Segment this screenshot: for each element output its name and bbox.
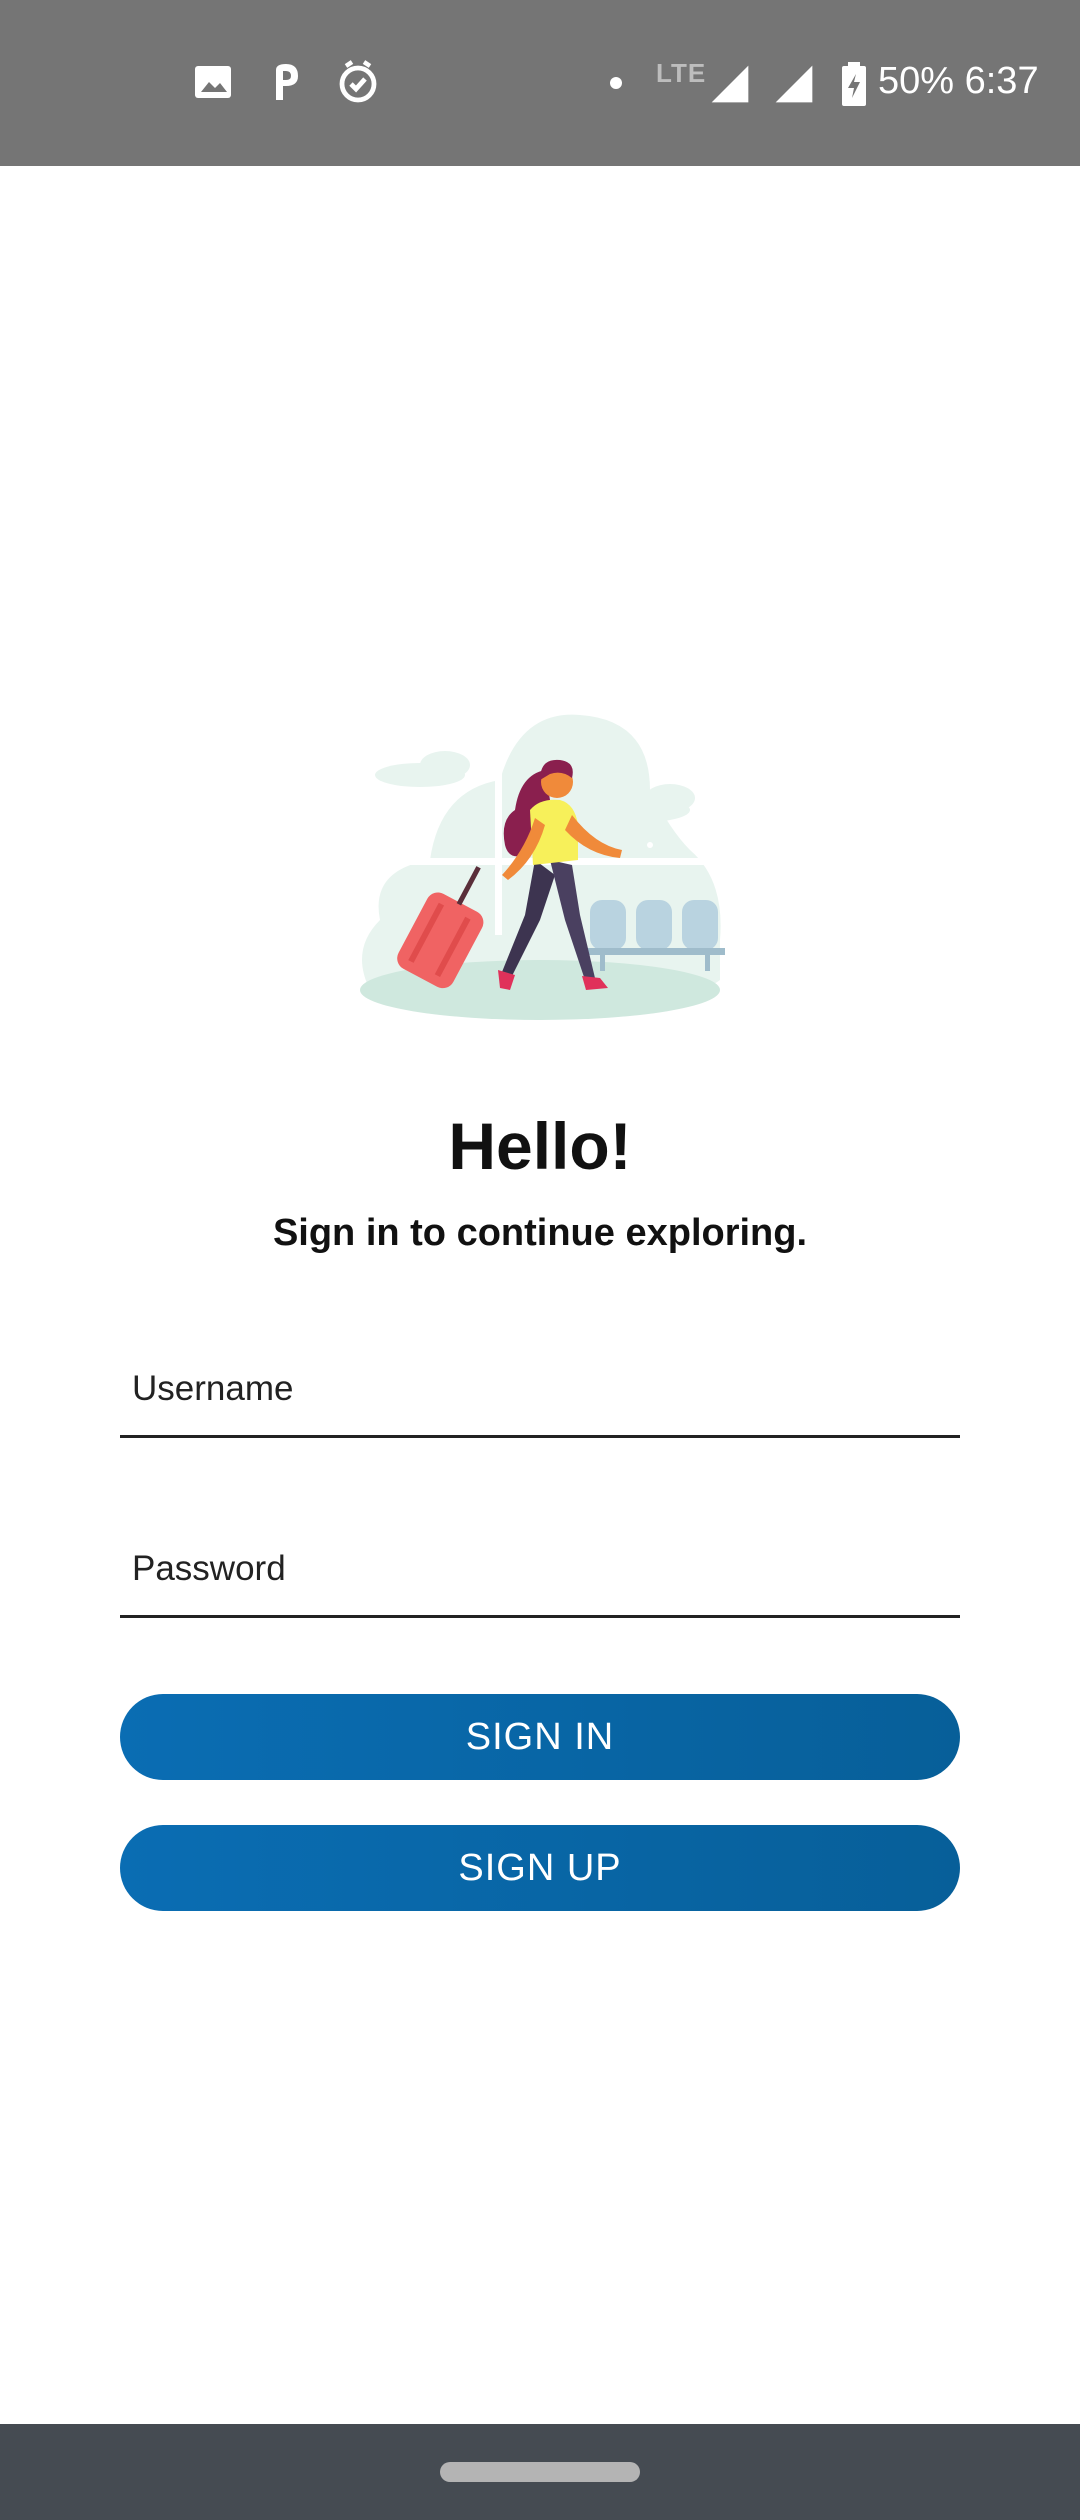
signal-icon [711, 65, 749, 103]
signal-icon-2 [775, 65, 813, 103]
username-input[interactable] [120, 1342, 960, 1438]
sign-in-screen: LTE 50% 6:37 Hello! Sign in to continue … [0, 0, 1080, 2520]
image-icon [195, 66, 231, 98]
sign-in-button[interactable]: SIGN IN [120, 1694, 960, 1780]
clock-check-icon [339, 60, 377, 103]
battery-charging-icon [842, 62, 866, 106]
battery-time-text: 50% 6:37 [878, 60, 1039, 102]
sign-up-button[interactable]: SIGN UP [120, 1825, 960, 1911]
p-icon [276, 64, 298, 100]
password-input[interactable] [120, 1522, 960, 1618]
network-type-label: LTE [656, 58, 707, 88]
navigation-bar [0, 2424, 1080, 2520]
page-subtitle: Sign in to continue exploring. [272, 1212, 808, 1254]
notification-dot [610, 77, 622, 89]
traveler-with-suitcase-illustration [360, 714, 725, 1020]
page-title: Hello! [448, 1109, 632, 1183]
home-gesture-handle[interactable] [440, 2462, 640, 2482]
status-bar: LTE 50% 6:37 [0, 0, 1080, 166]
